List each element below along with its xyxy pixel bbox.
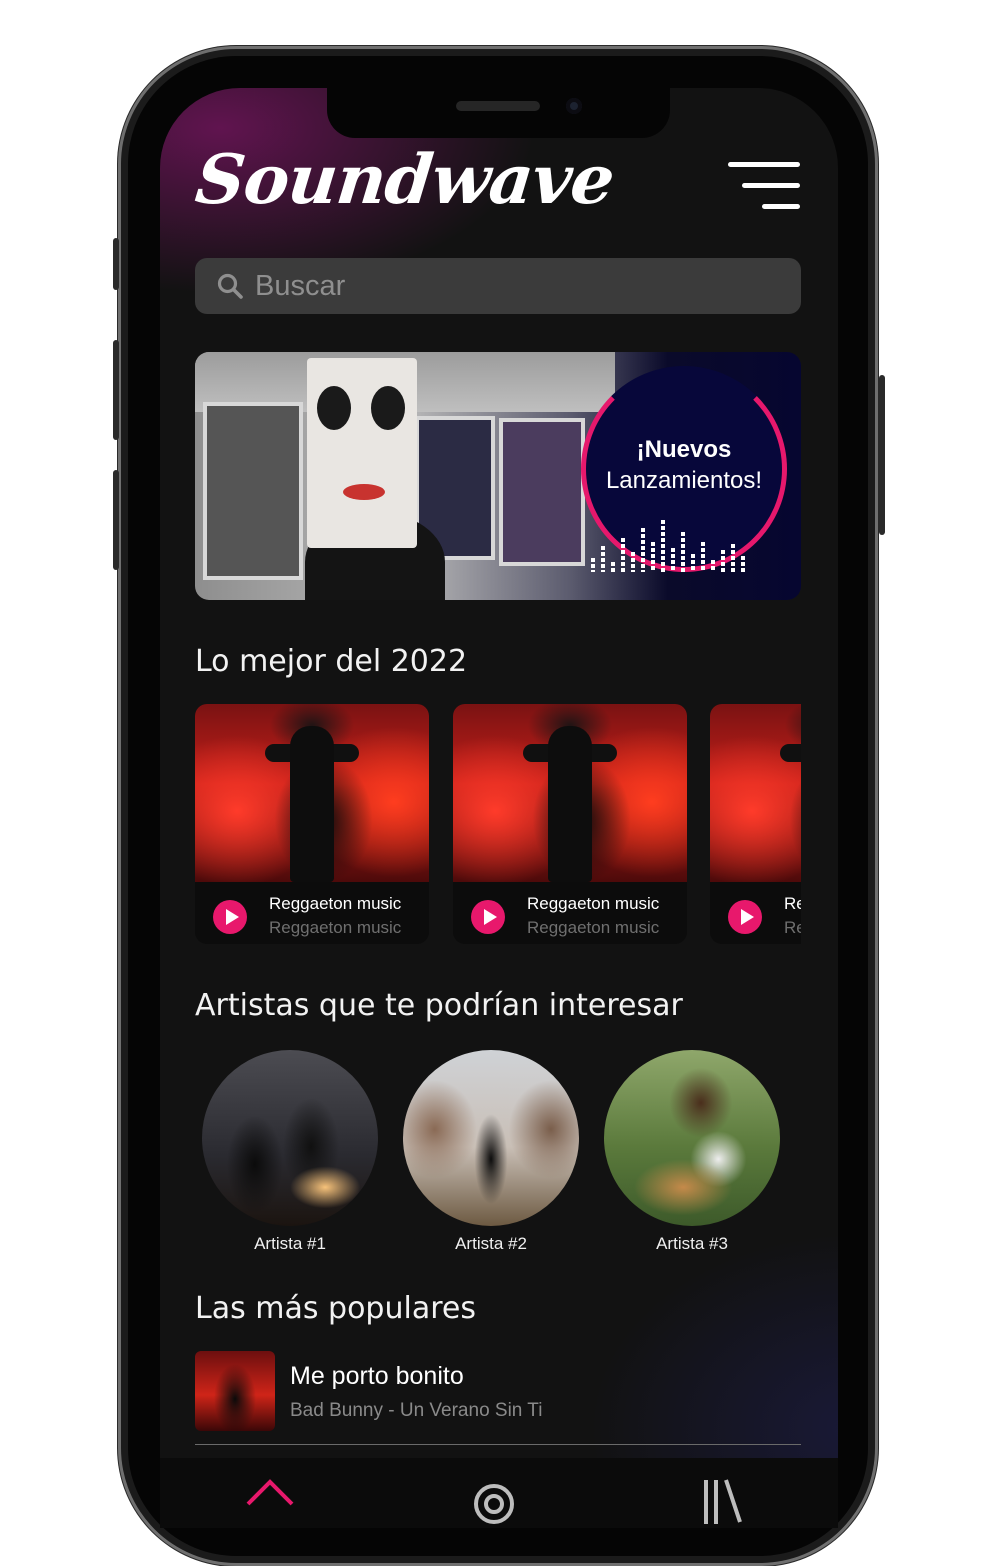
card-cover-image [453, 704, 687, 882]
banner-photo-frame [499, 418, 585, 566]
equalizer-bar [661, 520, 665, 572]
phone-notch [327, 88, 670, 138]
app-screen: Soundwave ¡Nuevos Lanzamientos! Lo mejor [160, 88, 838, 1528]
card-subtitle: Reggaeton music [269, 918, 402, 937]
radio-icon [474, 1484, 514, 1524]
equalizer-bar [641, 528, 645, 572]
banner-photo-detail [343, 484, 385, 500]
card-title: Reggaeton music [784, 894, 801, 913]
equalizer-bar [701, 542, 705, 572]
play-button[interactable] [728, 900, 762, 934]
artist-name: Artista #3 [656, 1234, 728, 1253]
card-title: Reggaeton music [527, 894, 660, 913]
card-cover-detail [290, 726, 334, 882]
menu-icon-line [742, 183, 800, 188]
music-card[interactable]: Reggaeton music Reggaeton music [453, 704, 687, 944]
banner-photo-frame [203, 402, 303, 580]
artist-item[interactable]: Artista #3 [604, 1050, 780, 1254]
artist-photo [202, 1050, 378, 1226]
equalizer-bar [621, 538, 625, 572]
equalizer-bar [691, 554, 695, 572]
music-card[interactable]: Reggaeton music Reggaeton music [710, 704, 801, 944]
card-title: Reggaeton music [269, 894, 402, 913]
card-cover-detail [780, 744, 801, 762]
app-logo: Soundwave [191, 140, 618, 220]
banner-photo-detail [371, 386, 405, 430]
bottom-navigation [160, 1458, 838, 1528]
artist-photo [403, 1050, 579, 1226]
equalizer-bar [611, 562, 615, 572]
artist-item[interactable]: Artista #2 [403, 1050, 579, 1254]
artist-name: Artista #2 [455, 1234, 527, 1253]
search-icon [217, 273, 243, 299]
card-cover-image [710, 704, 801, 882]
popular-track-title[interactable]: Me porto bonito [290, 1362, 464, 1391]
music-card[interactable]: Reggaeton music Reggaeton music [195, 704, 429, 944]
nav-library[interactable] [696, 1474, 756, 1528]
equalizer-bar [671, 548, 675, 572]
new-releases-banner[interactable]: ¡Nuevos Lanzamientos! [195, 352, 801, 600]
equalizer-bar [631, 552, 635, 572]
phone-side-button [113, 238, 119, 290]
equalizer-bar [721, 550, 725, 572]
artist-photo [604, 1050, 780, 1226]
card-cover-detail [548, 726, 592, 882]
banner-photo-detail [317, 386, 351, 430]
divider [195, 1444, 801, 1445]
library-icon [704, 1479, 742, 1524]
popular-track-cover[interactable] [195, 1351, 275, 1431]
search-bar[interactable] [195, 258, 801, 314]
play-button[interactable] [471, 900, 505, 934]
equalizer-bar [681, 532, 685, 572]
artist-name: Artista #1 [254, 1234, 326, 1253]
phone-power-button [879, 375, 885, 535]
card-cover-image [195, 704, 429, 882]
menu-icon-line [762, 204, 800, 209]
banner-photo-record [307, 358, 417, 548]
equalizer-bar [601, 546, 605, 572]
card-subtitle: Reggaeton music [527, 918, 660, 937]
nav-radio[interactable] [464, 1474, 524, 1528]
best-2022-heading: Lo mejor del 2022 [195, 644, 468, 679]
menu-button[interactable] [728, 162, 800, 212]
artist-item[interactable]: Artista #1 [202, 1050, 378, 1254]
play-button[interactable] [213, 900, 247, 934]
home-icon [246, 1479, 294, 1506]
best-2022-carousel[interactable]: Reggaeton music Reggaeton music Reggaeto… [195, 704, 801, 946]
equalizer-bar [591, 558, 595, 572]
search-input[interactable] [253, 268, 777, 304]
banner-title: ¡Nuevos Lanzamientos! [581, 434, 787, 496]
card-subtitle: Reggaeton music [784, 918, 801, 937]
menu-icon-line [728, 162, 800, 167]
banner-title-line2: Lanzamientos! [605, 467, 763, 494]
equalizer-bar [651, 542, 655, 572]
banner-title-line1: ¡Nuevos [636, 436, 732, 463]
phone-speaker [456, 101, 540, 111]
popular-track-subtitle: Bad Bunny - Un Verano Sin Ti [290, 1400, 543, 1421]
equalizer-bar [711, 560, 715, 572]
phone-volume-up-button [113, 340, 119, 440]
phone-volume-down-button [113, 470, 119, 570]
phone-camera [566, 98, 582, 114]
nav-home[interactable] [240, 1474, 300, 1528]
equalizer-bar [731, 544, 735, 572]
artists-heading: Artistas que te podrían interesar [195, 988, 683, 1023]
popular-heading: Las más populares [195, 1291, 476, 1326]
equalizer-bar [741, 556, 745, 572]
